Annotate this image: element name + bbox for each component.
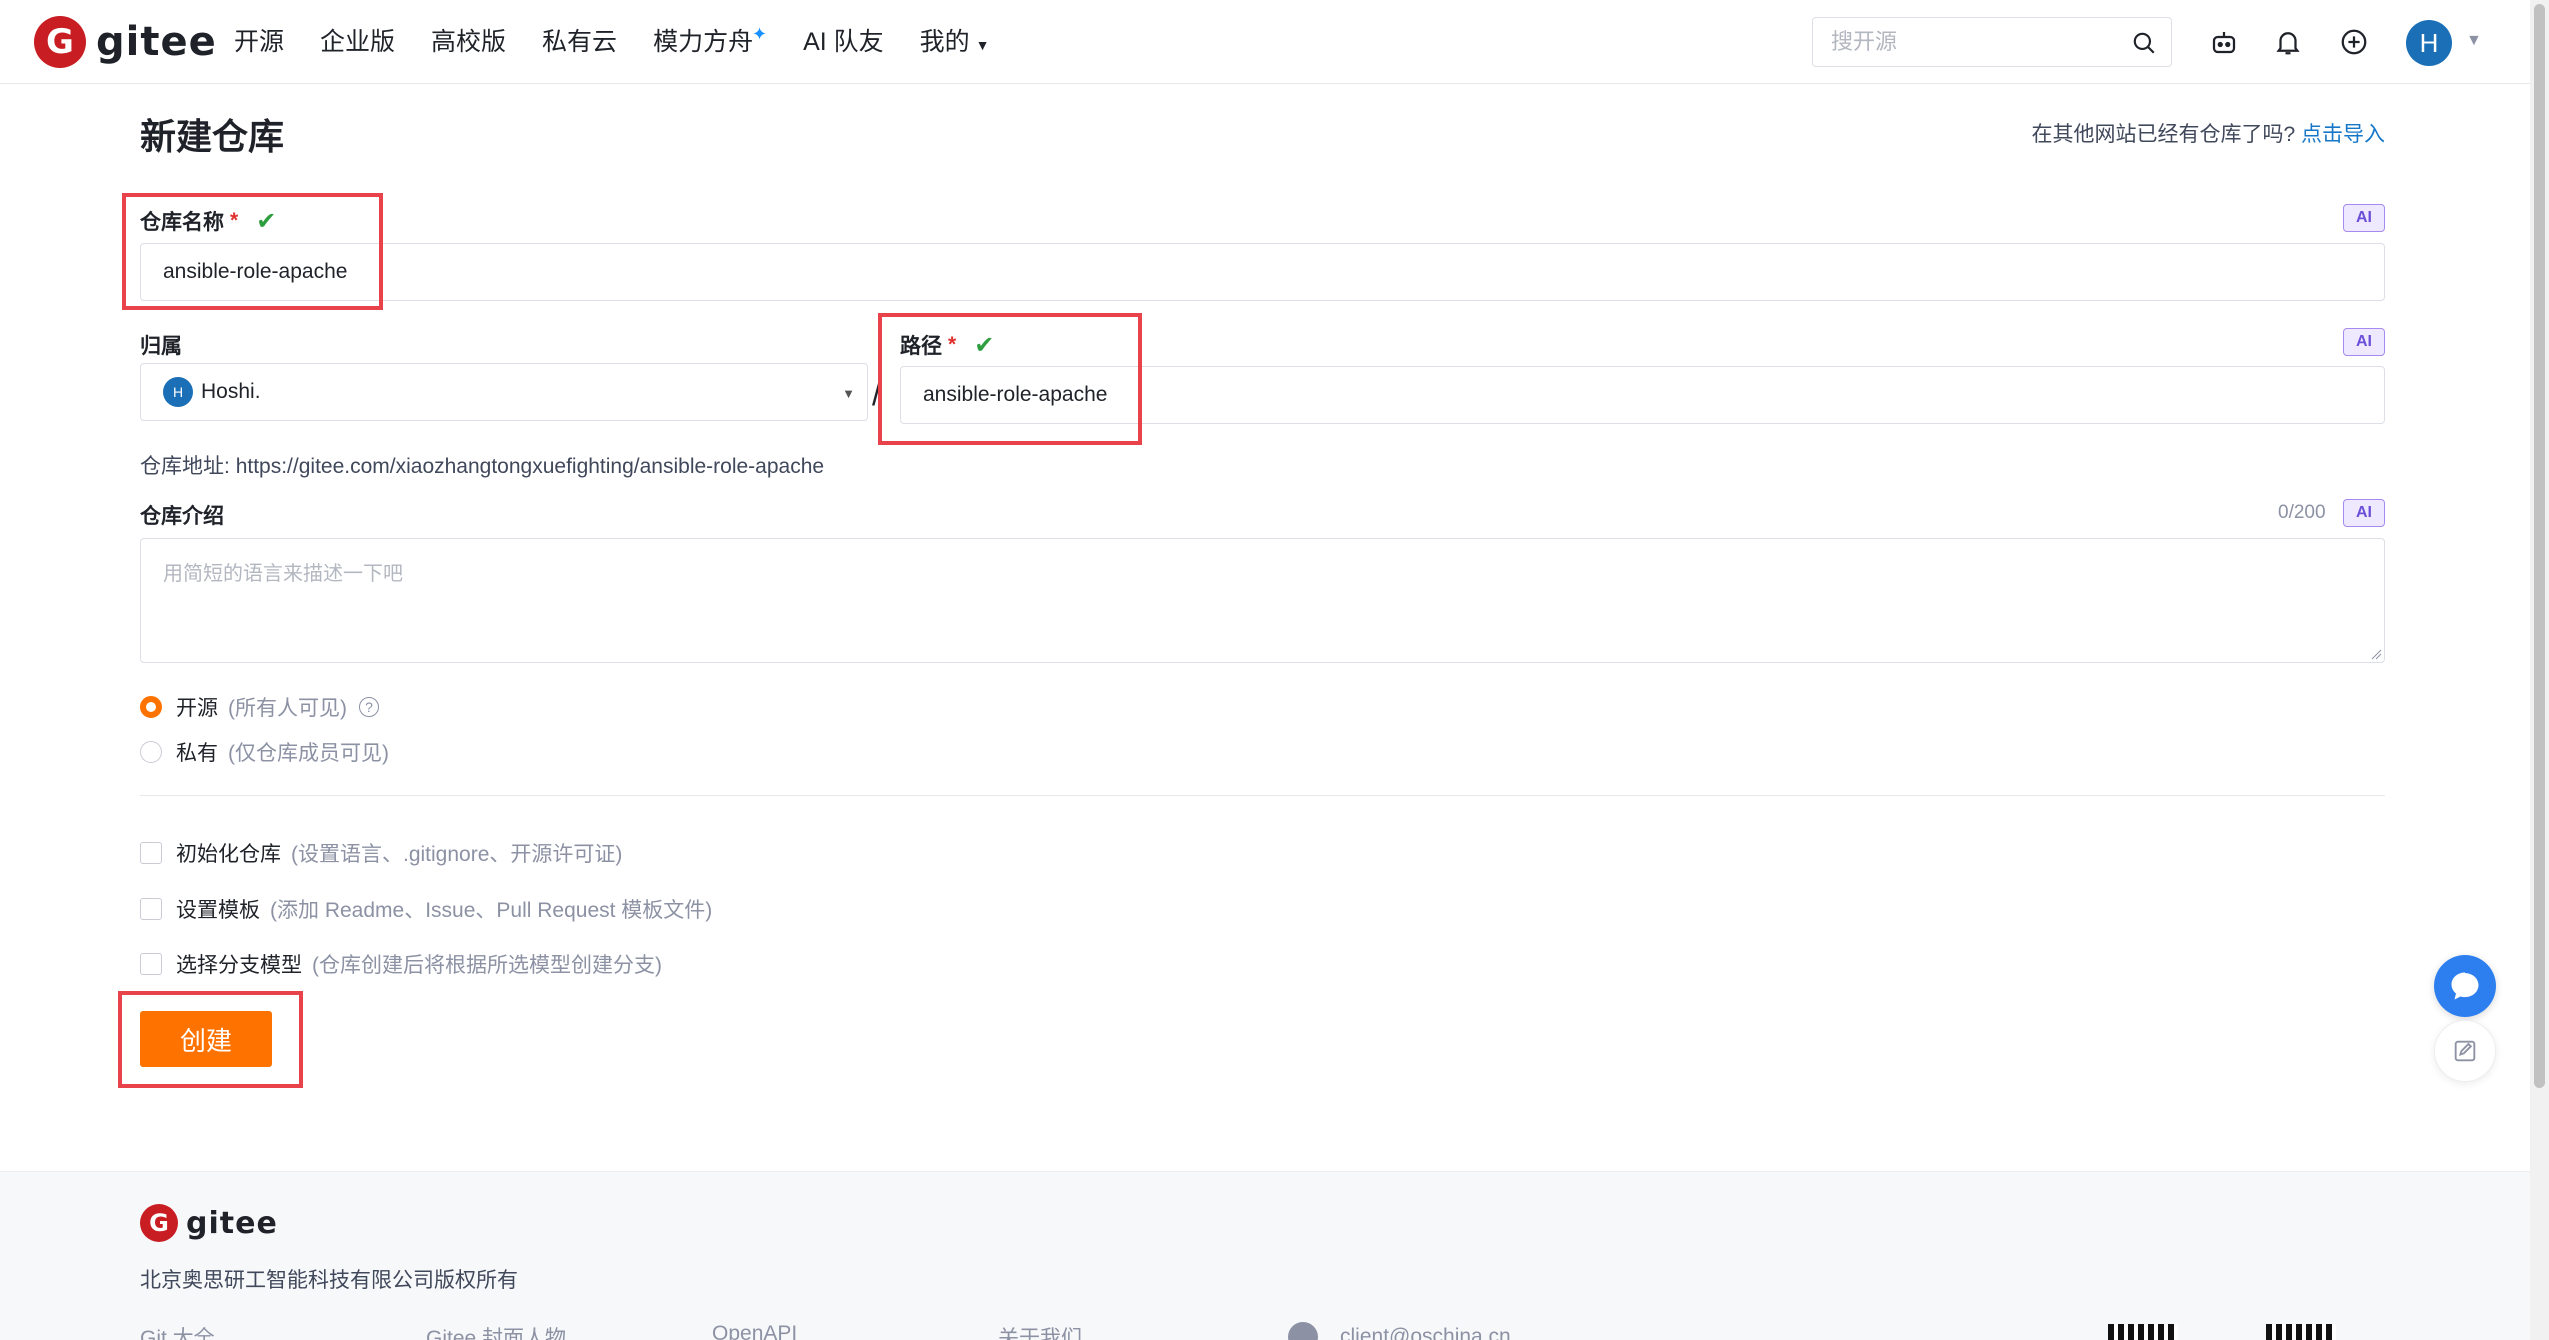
- visibility-public-option[interactable]: 开源 (所有人可见) ?: [140, 692, 379, 722]
- footer-link-git[interactable]: Git 大全: [140, 1322, 215, 1340]
- repo-name-label: 仓库名称 * ✔: [140, 206, 276, 236]
- init-repo-option[interactable]: 初始化仓库 (设置语言、.gitignore、开源许可证): [140, 838, 622, 868]
- path-label: 路径 * ✔: [900, 330, 994, 360]
- dropdown-caret-icon: ▼: [842, 386, 855, 401]
- create-button[interactable]: 创建: [140, 1011, 272, 1067]
- check-icon: ✔: [974, 331, 995, 359]
- main-nav: 开源 企业版 高校版 私有云 模力方舟 ✦ AI 队友 我的 ▼: [234, 24, 1026, 63]
- visibility-private-option[interactable]: 私有 (仅仓库成员可见): [140, 737, 389, 767]
- repo-address-label: 仓库地址:: [140, 455, 230, 478]
- owner-avatar: H: [163, 377, 193, 407]
- mail-icon: [1288, 1322, 1318, 1340]
- path-input[interactable]: ansible-role-apache: [900, 366, 2385, 424]
- required-mark: *: [948, 333, 957, 356]
- init-repo-checkbox[interactable]: [140, 842, 162, 864]
- repo-name-input[interactable]: ansible-role-apache: [140, 243, 2385, 301]
- nav-opensource[interactable]: 开源: [234, 24, 284, 63]
- owner-value: Hoshi.: [201, 380, 261, 403]
- footer: G gitee 北京奥思研工智能科技有限公司版权所有 Git 大全 Gitee …: [0, 1171, 2530, 1340]
- page-title: 新建仓库: [140, 116, 285, 157]
- template-hint: (添加 Readme、Issue、Pull Request 模板文件): [270, 899, 713, 922]
- nav-private-cloud[interactable]: 私有云: [542, 24, 617, 63]
- init-repo-label: 初始化仓库: [176, 843, 281, 866]
- path-label-text: 路径: [900, 335, 942, 358]
- init-repo-hint: (设置语言、.gitignore、开源许可证): [291, 843, 623, 866]
- nav-moli-label: 模力方舟: [653, 28, 754, 56]
- footer-logo-text: gitee: [186, 1205, 278, 1241]
- visibility-public-hint: (所有人可见): [228, 697, 347, 720]
- nav-ai-teammate[interactable]: AI 队友: [803, 24, 884, 63]
- radio-public[interactable]: [140, 696, 162, 718]
- owner-select[interactable]: H Hoshi. ▼: [140, 363, 868, 421]
- footer-link-about[interactable]: 关于我们: [998, 1322, 1082, 1340]
- footer-link-openapi[interactable]: OpenAPI: [712, 1322, 797, 1340]
- sparkle-icon: ✦: [751, 24, 768, 44]
- search-box: [1812, 17, 2172, 67]
- branch-model-label: 选择分支模型: [176, 954, 302, 977]
- search-input[interactable]: [1813, 18, 2113, 66]
- resize-handle-icon[interactable]: [2370, 648, 2382, 660]
- visibility-private-label: 私有: [176, 742, 218, 765]
- nav-enterprise[interactable]: 企业版: [320, 24, 395, 63]
- repo-address: 仓库地址: https://gitee.com/xiaozhangtongxue…: [140, 450, 824, 480]
- gitee-logo-icon: G: [34, 16, 86, 68]
- description-textarea[interactable]: 用简短的语言来描述一下吧: [140, 538, 2385, 663]
- ai-fill-name-button[interactable]: AI: [2343, 204, 2385, 232]
- footer-email[interactable]: client@oschina.cn: [1288, 1322, 1511, 1340]
- radio-private[interactable]: [140, 741, 162, 763]
- description-char-count: 0/200: [2278, 502, 2326, 523]
- footer-logo[interactable]: G gitee: [140, 1204, 278, 1242]
- section-divider: [140, 795, 2385, 796]
- gitee-logo-icon: G: [140, 1204, 178, 1242]
- ai-fill-path-button[interactable]: AI: [2343, 328, 2385, 356]
- description-label: 仓库介绍: [140, 505, 224, 528]
- top-navbar: G gitee 开源 企业版 高校版 私有云 模力方舟 ✦ AI 队友 我的 ▼ …: [0, 0, 2530, 84]
- branch-model-hint: (仓库创建后将根据所选模型创建分支): [312, 954, 662, 977]
- scrollbar-thumb[interactable]: [2534, 4, 2545, 1088]
- template-option[interactable]: 设置模板 (添加 Readme、Issue、Pull Request 模板文件): [140, 894, 712, 924]
- chevron-down-icon[interactable]: ▼: [2466, 32, 2482, 50]
- footer-email-text: client@oschina.cn: [1340, 1325, 1511, 1340]
- copyright-text: 北京奥思研工智能科技有限公司版权所有: [140, 1269, 518, 1292]
- gitee-logo[interactable]: G gitee: [34, 16, 217, 68]
- visibility-private-hint: (仅仓库成员可见): [228, 742, 389, 765]
- check-icon: ✔: [256, 207, 277, 235]
- nav-moli[interactable]: 模力方舟 ✦: [653, 24, 767, 63]
- import-prompt: 在其他网站已经有仓库了吗? 点击导入: [2031, 118, 2385, 148]
- gitee-logo-text: gitee: [96, 19, 217, 65]
- description-placeholder: 用简短的语言来描述一下吧: [163, 563, 403, 585]
- caret-down-icon: ▼: [975, 37, 990, 53]
- ai-fill-description-button[interactable]: AI: [2343, 499, 2385, 527]
- feedback-icon[interactable]: [2434, 1020, 2496, 1082]
- footer-link-cover[interactable]: Gitee 封面人物: [426, 1322, 566, 1340]
- visibility-public-label: 开源: [176, 697, 218, 720]
- owner-label: 归属: [140, 335, 182, 358]
- user-avatar[interactable]: H: [2406, 20, 2452, 66]
- repo-name-label-text: 仓库名称: [140, 211, 224, 234]
- help-icon[interactable]: ?: [359, 697, 379, 717]
- required-mark: *: [230, 209, 239, 232]
- template-checkbox[interactable]: [140, 898, 162, 920]
- path-separator: /: [872, 376, 881, 412]
- qr-code-icon: [2266, 1324, 2336, 1340]
- search-icon[interactable]: [2131, 30, 2157, 56]
- import-link[interactable]: 点击导入: [2301, 123, 2385, 146]
- import-prompt-text: 在其他网站已经有仓库了吗?: [2031, 123, 2296, 146]
- qr-code-icon: [2108, 1324, 2178, 1340]
- branch-model-checkbox[interactable]: [140, 953, 162, 975]
- robot-icon[interactable]: [2206, 24, 2242, 60]
- branch-model-option[interactable]: 选择分支模型 (仓库创建后将根据所选模型创建分支): [140, 949, 662, 979]
- plus-circle-icon[interactable]: [2336, 24, 2372, 60]
- bell-icon[interactable]: [2270, 24, 2306, 60]
- template-label: 设置模板: [176, 899, 260, 922]
- repo-address-value: https://gitee.com/xiaozhangtongxuefighti…: [235, 455, 825, 478]
- nav-mine-label: 我的: [919, 28, 970, 56]
- nav-education[interactable]: 高校版: [431, 24, 506, 63]
- nav-mine[interactable]: 我的 ▼: [920, 24, 990, 63]
- ai-chat-icon[interactable]: [2434, 955, 2496, 1017]
- page-scrollbar[interactable]: [2530, 0, 2549, 1340]
